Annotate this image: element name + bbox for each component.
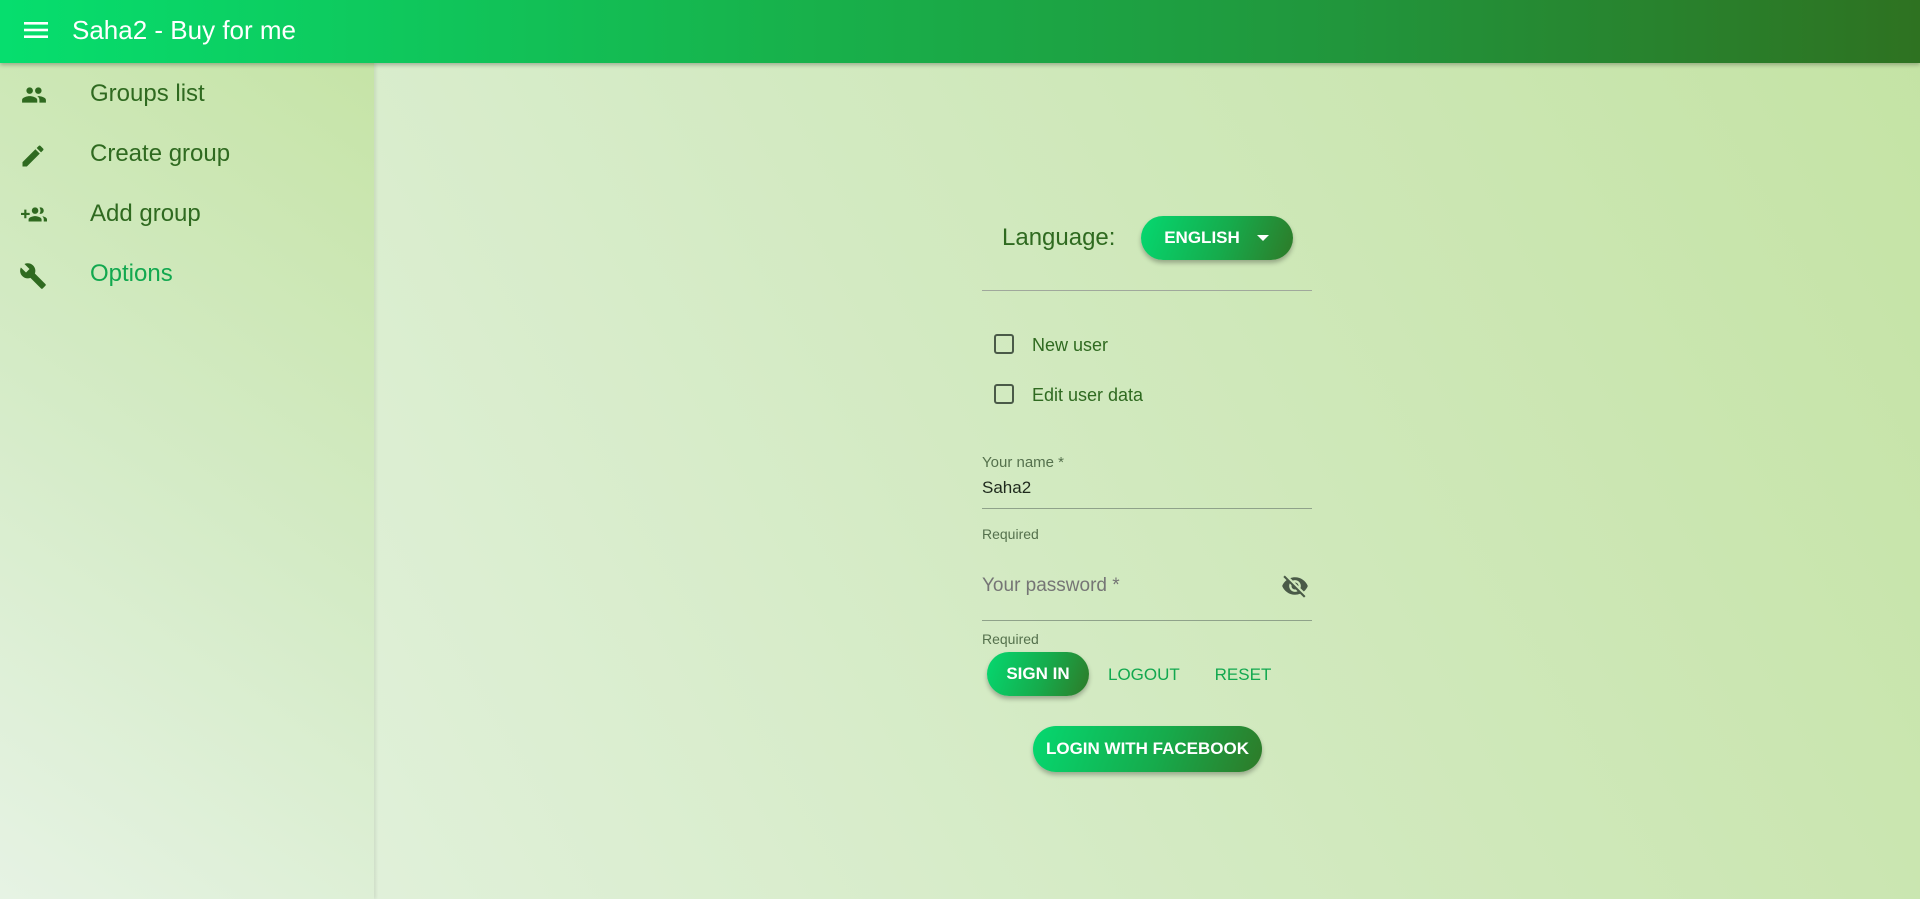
login-with-facebook-button[interactable]: LOGIN WITH FACEBOOK [1033,726,1262,772]
sidebar-item-label: Groups list [90,80,205,107]
pencil-icon [19,142,51,170]
group-add-icon [19,202,51,230]
language-selected-value: ENGLISH [1164,228,1240,247]
sidebar-item-add-group[interactable]: Add group [0,186,374,244]
new-user-checkbox[interactable]: New user [992,330,1292,360]
language-select-button[interactable]: ENGLISH [1141,216,1293,260]
group-icon [19,82,51,110]
password-helper-text: Required [982,631,1039,647]
divider [982,290,1312,291]
name-field-label: Your name * [982,454,1065,471]
wrench-icon [19,262,51,290]
app-title: Saha2 - Buy for me [72,15,296,45]
name-helper-text: Required [982,526,1039,542]
checkbox-box[interactable] [994,384,1014,404]
app-bar: Saha2 - Buy for me [0,0,1920,63]
sidebar-item-label: Create group [90,140,231,167]
menu-button[interactable] [18,16,54,48]
password-field-underline [982,620,1312,621]
sidebar-item-groups-list[interactable]: Groups list [0,66,374,124]
visibility-off-icon [1280,575,1310,604]
checkbox-box[interactable] [994,334,1014,354]
dropdown-arrow-icon [1257,235,1269,241]
sidebar-item-create-group[interactable]: Create group [0,126,374,184]
name-field-underline [982,508,1312,509]
logout-button[interactable]: LOGOUT [1102,662,1182,688]
language-label: Language: [1002,224,1116,251]
password-field: Required [982,558,1312,647]
options-panel: Language: ENGLISH New user Edit user dat… [982,206,1312,786]
toggle-password-visibility-button[interactable] [1280,572,1312,602]
new-user-label: New user [1032,335,1109,355]
edit-user-data-label: Edit user data [1032,385,1144,405]
sidebar-item-options[interactable]: Options [0,246,374,304]
hamburger-menu-icon [18,20,54,40]
sidebar-item-label: Options [90,260,173,287]
name-input[interactable] [982,474,1312,502]
sidebar: Groups list Create group Add group Optio… [0,63,374,899]
name-field: Your name * Required [982,454,1312,542]
edit-user-data-checkbox[interactable]: Edit user data [992,380,1292,410]
sidebar-item-label: Add group [90,200,201,227]
password-input[interactable] [982,568,1272,604]
sign-in-button[interactable]: SIGN IN [987,652,1089,696]
reset-button[interactable]: RESET [1208,662,1278,688]
